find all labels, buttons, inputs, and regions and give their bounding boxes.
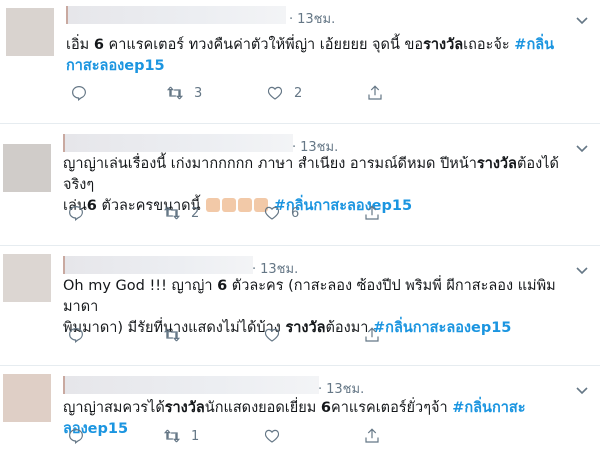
hashtag-link[interactable]: #กลิ่นกาสะลองep15	[373, 320, 511, 336]
like-count: 6	[291, 205, 300, 221]
tweet-text: เอิ่ม 6 คาแรคเตอร์ ทวงคืนค่าตัวให้พี่ญ่า…	[66, 37, 555, 74]
tweet-actions	[63, 325, 383, 345]
heart-icon	[267, 86, 283, 100]
chevron-down-icon[interactable]	[574, 12, 590, 28]
author-name-blurred[interactable]	[66, 6, 286, 24]
reply-icon	[69, 206, 83, 221]
avatar[interactable]	[3, 254, 51, 302]
reply-button[interactable]	[67, 325, 85, 345]
reply-button[interactable]	[70, 83, 88, 103]
retweet-icon	[166, 86, 184, 100]
avatar[interactable]	[6, 8, 54, 56]
retweet-icon	[163, 429, 181, 443]
author-name-blurred[interactable]	[63, 134, 293, 152]
reply-button[interactable]	[67, 203, 85, 223]
share-icon	[365, 327, 379, 342]
avatar[interactable]	[3, 144, 51, 192]
hashtag-link[interactable]: กาสะลองep15	[66, 58, 165, 74]
like-button[interactable]	[263, 325, 291, 345]
retweet-count: 3	[194, 85, 203, 101]
hashtag-link[interactable]: #กลิ่น	[514, 37, 554, 53]
like-button[interactable]: 2	[266, 83, 302, 103]
share-icon	[365, 428, 379, 443]
retweet-button[interactable]	[163, 325, 191, 345]
share-button[interactable]	[366, 83, 384, 103]
tweet-timestamp[interactable]: 13ชม.	[289, 8, 335, 29]
reply-icon	[69, 328, 83, 343]
tweet-actions: 2 6	[63, 203, 383, 223]
retweet-icon	[163, 206, 181, 220]
avatar[interactable]	[3, 374, 51, 422]
like-button[interactable]	[263, 426, 291, 446]
author-name-blurred[interactable]	[63, 376, 319, 394]
like-button[interactable]: 6	[263, 203, 299, 223]
retweet-count: 1	[191, 428, 200, 444]
heart-icon	[264, 429, 280, 443]
reply-button[interactable]	[67, 426, 85, 446]
share-icon	[365, 205, 379, 220]
like-count: 2	[294, 85, 303, 101]
share-button[interactable]	[363, 426, 381, 446]
tweet-actions: 3 2	[66, 83, 386, 103]
share-icon	[368, 85, 382, 100]
tweet-1[interactable]: 13ชม. เอิ่ม 6 คาแรคเตอร์ ทวงคืนค่าตัวให้…	[0, 0, 600, 124]
reply-icon	[72, 86, 86, 101]
reply-icon	[69, 429, 83, 444]
tweet-timestamp[interactable]: 13ชม.	[318, 378, 364, 399]
retweet-button[interactable]: 3	[166, 83, 202, 103]
chevron-down-icon[interactable]	[574, 382, 590, 398]
share-button[interactable]	[363, 325, 381, 345]
retweet-icon	[163, 328, 181, 342]
retweet-count: 2	[191, 205, 200, 221]
heart-icon	[264, 206, 280, 220]
author-name-blurred[interactable]	[63, 256, 253, 274]
tweet-actions: 1	[63, 426, 383, 446]
heart-icon	[264, 328, 280, 342]
retweet-button[interactable]: 1	[163, 426, 199, 446]
retweet-button[interactable]: 2	[163, 203, 199, 223]
share-button[interactable]	[363, 203, 381, 223]
